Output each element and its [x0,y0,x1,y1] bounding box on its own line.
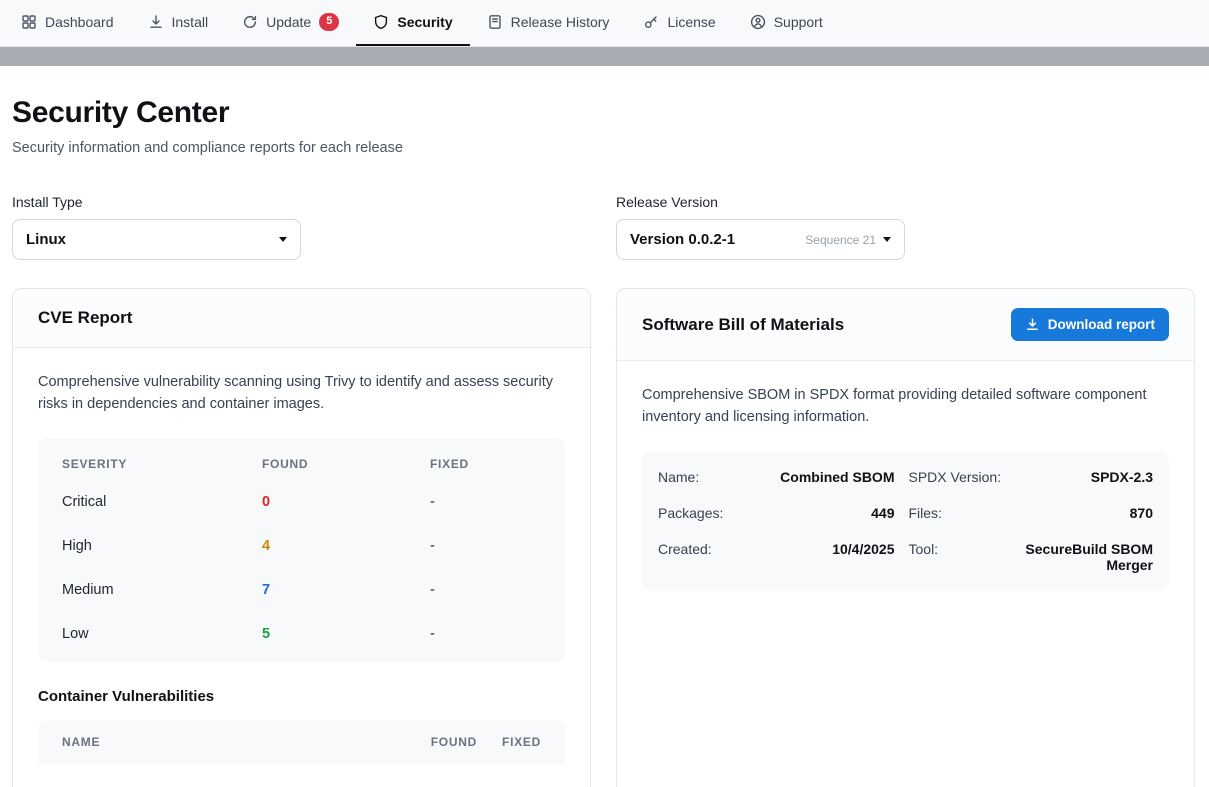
nav-item-release-history[interactable]: Release History [470,0,627,46]
main-content: Security Center Security information and… [0,66,1209,787]
shield-icon [373,14,389,30]
detail-label: SPDX Version: [909,459,1009,495]
download-report-button[interactable]: Download report [1011,308,1169,341]
nav-item-security[interactable]: Security [356,0,469,46]
refresh-icon [242,14,258,30]
nav-item-license[interactable]: License [626,0,732,46]
support-person-icon [750,14,766,30]
nav-label: Install [172,14,209,30]
detail-value: SecureBuild SBOM Merger [1023,531,1154,583]
col-name: NAME [62,720,387,764]
top-nav: Dashboard Install Update 5 Security Rele… [0,0,1209,47]
fixed-count: - [430,612,541,656]
cve-report-card: CVE Report Comprehensive vulnerability s… [12,288,591,787]
table-row-low: Low 5 - [62,612,541,656]
nav-label: License [667,14,715,30]
nav-label: Release History [511,14,610,30]
cve-card-body: Comprehensive vulnerability scanning usi… [13,348,590,787]
release-version-label: Release Version [616,194,1195,210]
install-type-field: Install Type Linux [12,194,591,260]
download-icon [1025,317,1040,332]
table-row-critical: Critical 0 - [62,480,541,524]
cve-card-header: CVE Report [13,289,590,348]
chevron-down-icon [279,237,287,242]
sbom-card-header: Software Bill of Materials Download repo… [617,289,1194,361]
fixed-count: - [430,568,541,612]
sbom-description: Comprehensive SBOM in SPDX format provid… [642,385,1169,429]
key-icon [643,14,659,30]
severity-label: Critical [62,480,262,524]
col-found: FOUND [387,720,477,764]
detail-value: Combined SBOM [764,459,895,495]
nav-label: Security [397,14,452,30]
page-title: Security Center [12,96,1195,130]
severity-label: Low [62,612,262,656]
dashboard-icon [21,14,37,30]
install-type-label: Install Type [12,194,591,210]
release-version-field: Release Version Version 0.0.2-1 Sequence… [616,194,1195,260]
nav-item-dashboard[interactable]: Dashboard [4,0,131,46]
container-vulnerabilities-table: NAME FOUND FIXED [38,720,565,764]
detail-value: 870 [1023,495,1154,531]
fixed-count: - [430,524,541,568]
sbom-details: Name: Combined SBOM SPDX Version: SPDX-2… [642,451,1169,591]
container-table-header: NAME FOUND FIXED [62,720,541,764]
nav-label: Support [774,14,823,30]
page-subtitle: Security information and compliance repo… [12,140,1195,156]
cve-card-title: CVE Report [38,308,132,328]
sbom-card-title: Software Bill of Materials [642,315,844,335]
release-version-value: Version 0.0.2-1 [630,231,735,248]
filters-row: Install Type Linux Release Version Versi… [12,194,1195,260]
detail-value: SPDX-2.3 [1023,459,1154,495]
install-type-value: Linux [26,231,66,248]
nav-label: Dashboard [45,14,114,30]
detail-value: 449 [764,495,895,531]
found-count: 0 [262,480,430,524]
sbom-card-body: Comprehensive SBOM in SPDX format provid… [617,361,1194,615]
severity-label: Medium [62,568,262,612]
detail-value: 10/4/2025 [764,531,895,583]
col-fixed: FIXED [477,720,541,764]
col-found: FOUND [262,442,430,480]
detail-label: Tool: [909,531,1009,583]
found-count: 7 [262,568,430,612]
cards-row: CVE Report Comprehensive vulnerability s… [12,288,1195,787]
severity-label: High [62,524,262,568]
found-count: 4 [262,524,430,568]
col-fixed: FIXED [430,442,541,480]
detail-label: Created: [658,531,750,583]
col-severity: SEVERITY [62,442,262,480]
fixed-count: - [430,480,541,524]
download-icon [148,14,164,30]
severity-table-header: SEVERITY FOUND FIXED [62,442,541,480]
cve-description: Comprehensive vulnerability scanning usi… [38,372,565,416]
divider-band [0,47,1209,66]
detail-label: Packages: [658,495,750,531]
install-type-select[interactable]: Linux [12,219,301,260]
download-report-label: Download report [1048,317,1155,332]
nav-label: Update [266,14,311,30]
found-count: 5 [262,612,430,656]
table-row-high: High 4 - [62,524,541,568]
chevron-down-icon [883,237,891,242]
release-version-select[interactable]: Version 0.0.2-1 Sequence 21 [616,219,905,260]
table-row-medium: Medium 7 - [62,568,541,612]
nav-item-support[interactable]: Support [733,0,840,46]
sbom-card: Software Bill of Materials Download repo… [616,288,1195,787]
detail-label: Files: [909,495,1009,531]
container-vulnerabilities-title: Container Vulnerabilities [38,688,565,705]
journal-icon [487,14,503,30]
sequence-badge: Sequence 21 [805,233,876,247]
update-count-badge: 5 [319,13,339,30]
nav-item-update[interactable]: Update 5 [225,0,356,46]
severity-table: SEVERITY FOUND FIXED Critical 0 - High 4… [38,438,565,662]
nav-item-install[interactable]: Install [131,0,226,46]
detail-label: Name: [658,459,750,495]
